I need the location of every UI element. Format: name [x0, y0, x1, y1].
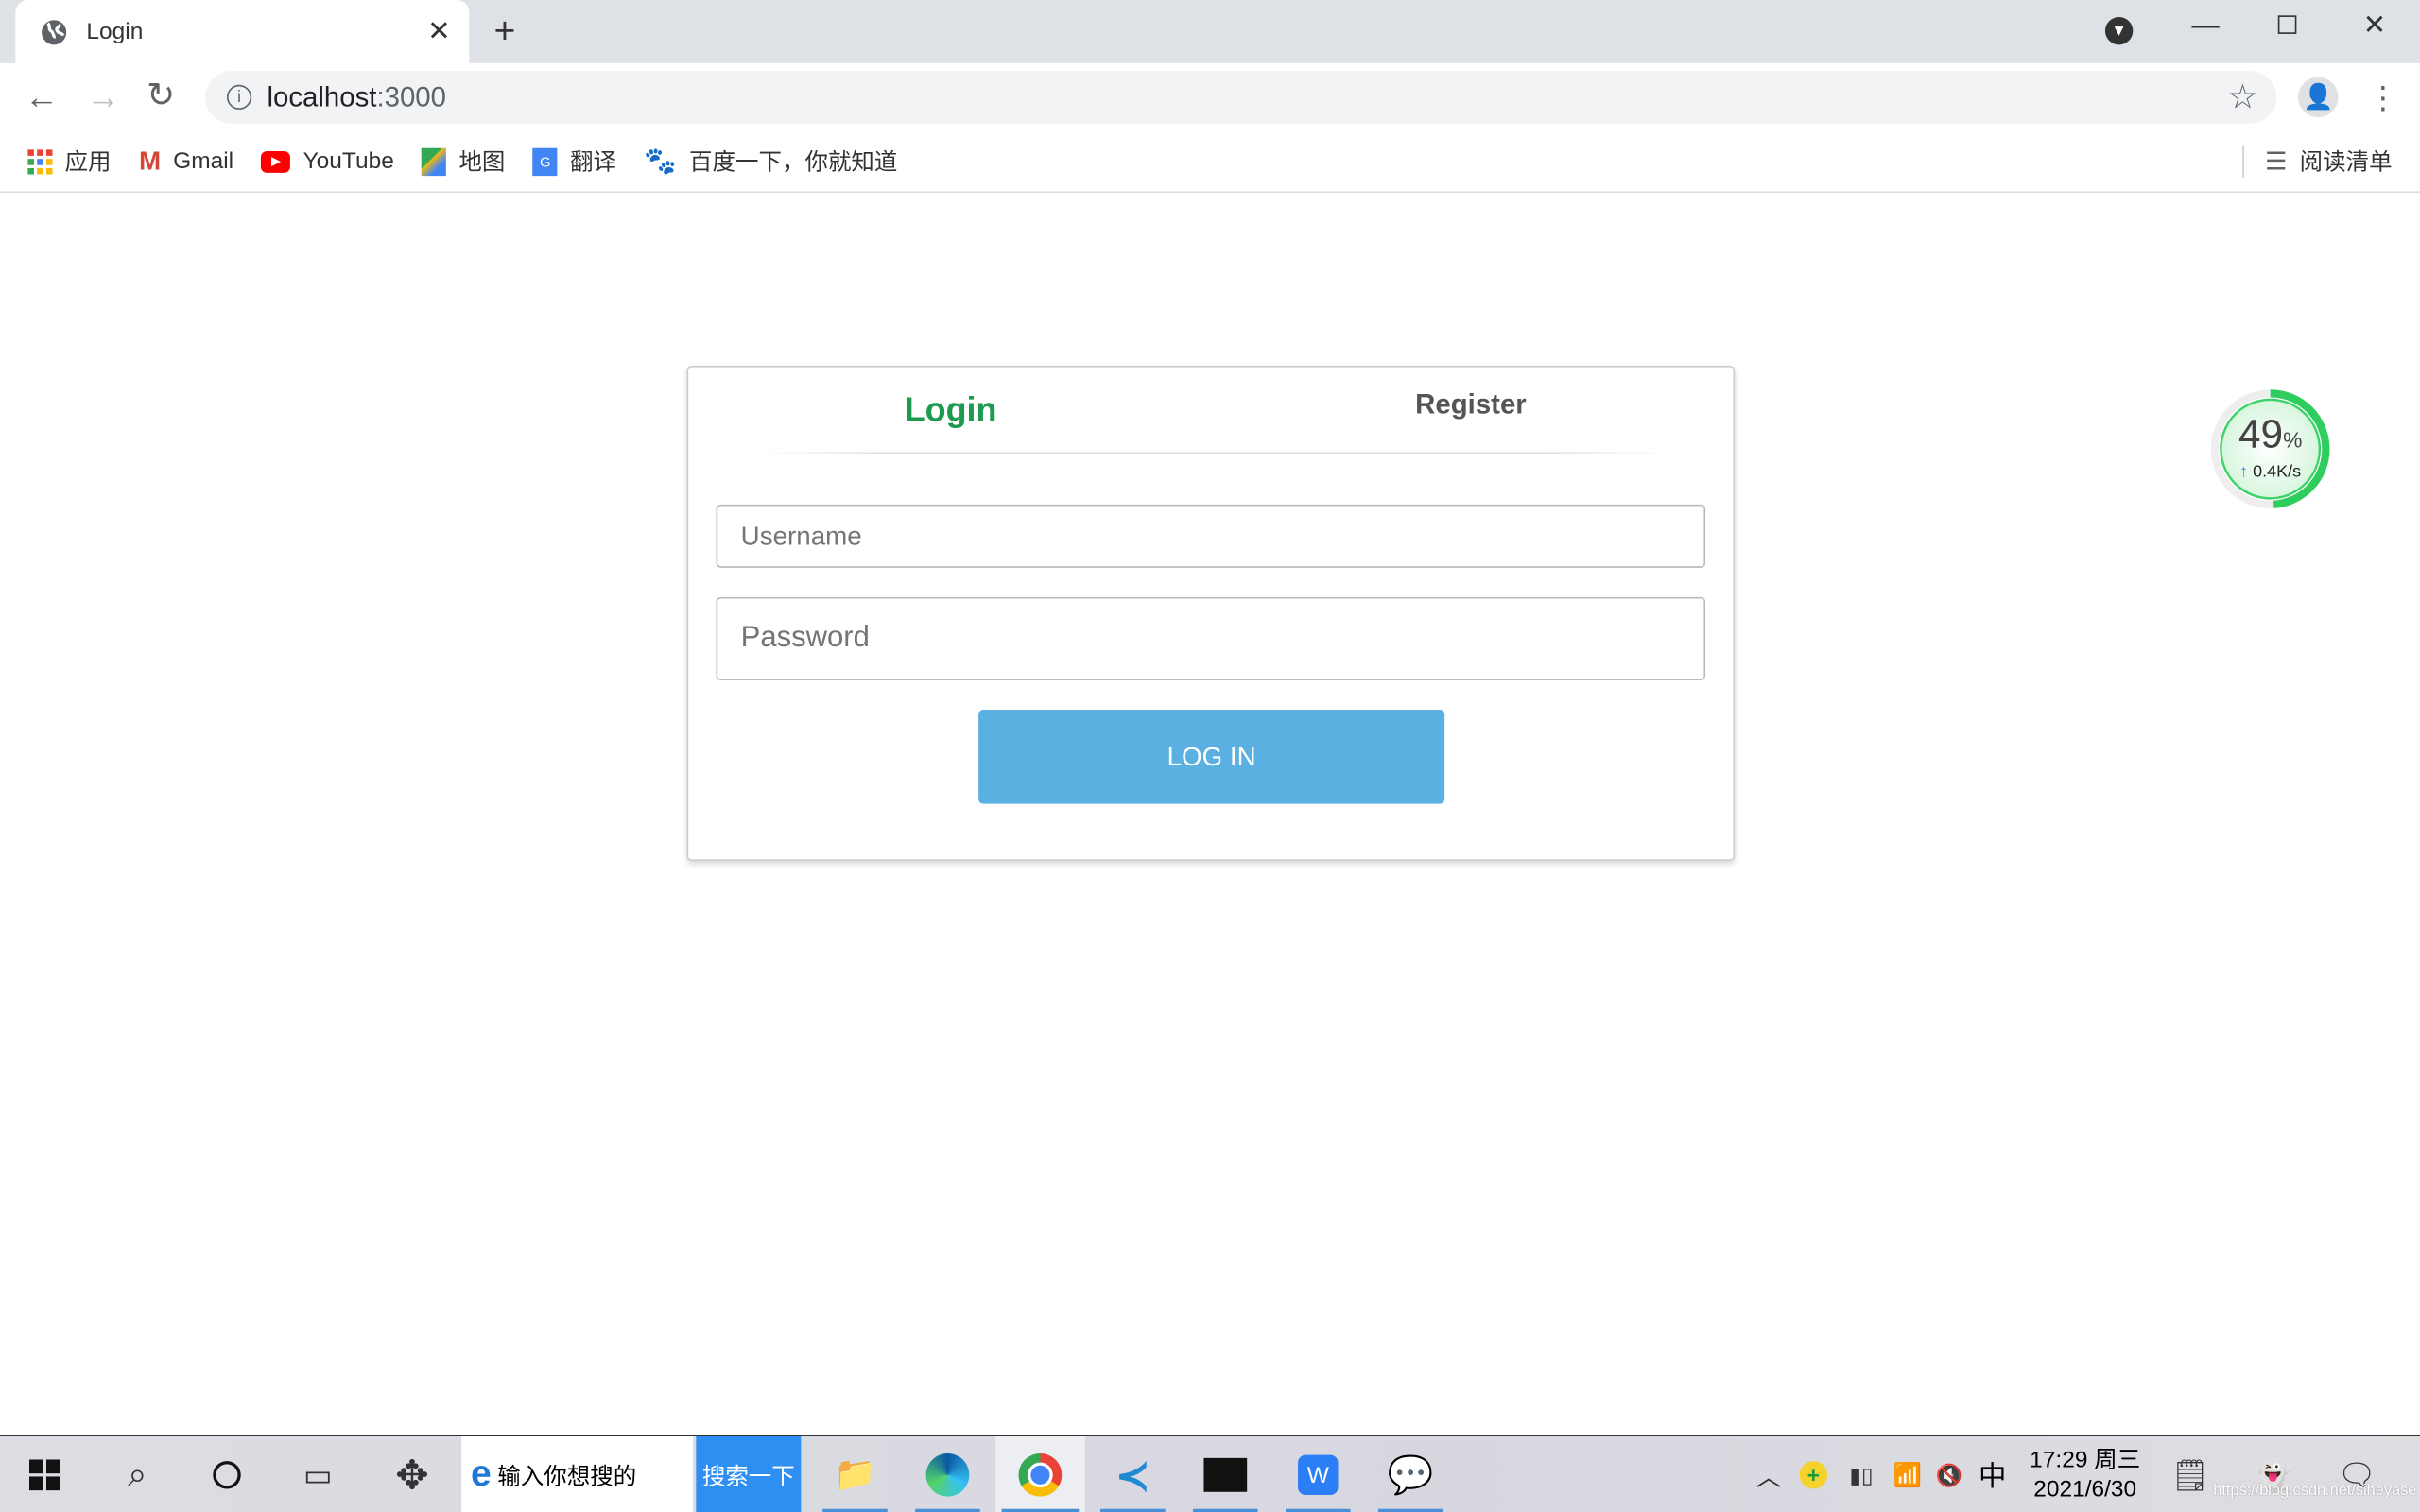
task-view-icon[interactable]: ▭ [285, 1436, 351, 1512]
pinwheel-app-icon[interactable]: ✥ [378, 1436, 446, 1512]
bookmarks-bar: 应用 M Gmail ▶ YouTube 地图 G 翻译 🐾 百度一下，你就知道 ☰ 阅读… [0, 131, 2420, 194]
wifi-icon[interactable]: 📶 [1891, 1436, 1925, 1512]
qq-icon[interactable]: 👻 [2250, 1436, 2296, 1512]
bookmark-label: 地图 [458, 149, 506, 177]
windows-icon [29, 1459, 60, 1491]
minimize-icon[interactable]: — [2191, 9, 2219, 42]
new-tab-icon[interactable]: + [493, 10, 515, 54]
clock-date: 2021/6/30 [2033, 1476, 2137, 1503]
bookmark-label: Gmail [173, 147, 234, 175]
forward-icon[interactable]: → [86, 77, 120, 117]
edge-icon[interactable] [909, 1436, 987, 1512]
gmail-icon: M [138, 146, 162, 176]
tab-search-icon[interactable]: ▼ [2104, 16, 2134, 45]
bookmark-youtube[interactable]: ▶ YouTube [261, 147, 394, 175]
clock[interactable]: 17:29 周三 2021/6/30 [2015, 1436, 2154, 1512]
speed-value: 0.4K/s [2253, 462, 2302, 482]
ime-indicator[interactable]: 中 [1976, 1436, 2010, 1512]
volume-muted-icon[interactable]: 🔇 [1932, 1436, 1966, 1512]
maps-icon [422, 146, 447, 176]
bookmark-label: YouTube [302, 147, 394, 175]
bookmark-baidu[interactable]: 🐾 百度一下，你就知道 [644, 145, 897, 177]
translate-icon: G [532, 146, 558, 176]
browser-toolbar: ← → ↻ i localhost:3000 ☆ 👤 ⋮ [0, 62, 2420, 131]
url-port: :3000 [376, 80, 446, 112]
terminal-icon[interactable] [1187, 1436, 1265, 1512]
baidu-icon: 🐾 [644, 146, 677, 176]
youtube-icon: ▶ [261, 150, 291, 173]
browser-tab[interactable]: Login ✕ [15, 0, 470, 63]
file-explorer-icon[interactable]: 📁 [817, 1436, 894, 1512]
network-speed-widget[interactable]: 49% ↑ 0.4K/s [2207, 386, 2334, 512]
apps-grid-icon [27, 148, 53, 174]
tab-title: Login [86, 18, 144, 45]
reading-list-icon: ☰ [2265, 148, 2288, 176]
360-security-icon[interactable]: + [1796, 1436, 1830, 1512]
reading-list-label: 阅读清单 [2299, 149, 2393, 177]
news-icon[interactable]: 🗒 [2170, 1436, 2210, 1512]
url-host: localhost [267, 80, 377, 112]
battery-icon[interactable]: ▮▯ [1842, 1436, 1879, 1512]
cortana-icon[interactable] [195, 1436, 260, 1512]
taskbar-search-input[interactable]: e 输入你想搜的 [461, 1435, 694, 1512]
close-tab-icon[interactable]: ✕ [427, 15, 451, 47]
menu-icon[interactable]: ⋮ [2367, 78, 2398, 117]
bookmark-maps[interactable]: 地图 [422, 145, 505, 177]
password-input[interactable] [716, 596, 1706, 680]
search-icon[interactable]: ⌕ [105, 1436, 170, 1512]
tab-register[interactable]: Register [1415, 388, 1527, 421]
back-icon[interactable]: ← [25, 77, 59, 117]
upload-arrow-icon: ↑ [2239, 462, 2249, 482]
bookmark-star-icon[interactable]: ☆ [2227, 77, 2257, 117]
wps-icon[interactable]: W [1279, 1436, 1357, 1512]
clock-time: 17:29 周三 [2030, 1447, 2141, 1474]
watermark: https://blog.csdn.net/siheyase [2213, 1482, 2417, 1500]
percent-sign: % [2283, 427, 2303, 453]
username-input[interactable] [716, 504, 1706, 568]
taskbar-search-button[interactable]: 搜索一下 [696, 1435, 802, 1512]
chrome-icon[interactable] [995, 1435, 1085, 1512]
ie-icon: e [470, 1452, 492, 1496]
tab-login[interactable]: Login [905, 390, 997, 430]
reload-icon[interactable]: ↻ [147, 76, 175, 115]
reading-list[interactable]: ☰ 阅读清单 [2241, 145, 2393, 178]
show-hidden-icons[interactable]: ︿ [1754, 1436, 1785, 1512]
wechat-icon[interactable]: 💬 [1372, 1436, 1449, 1512]
restore-icon[interactable] [2277, 15, 2297, 34]
bookmark-gmail[interactable]: M Gmail [139, 146, 233, 177]
vscode-icon[interactable]: ≺ [1095, 1436, 1172, 1512]
login-card: Login Register LOG IN [686, 365, 1736, 862]
globe-icon [40, 18, 67, 45]
login-button[interactable]: LOG IN [978, 710, 1445, 804]
notification-center-icon[interactable]: 🗨 [2337, 1436, 2377, 1512]
bookmark-label: 翻译 [569, 149, 616, 177]
start-button[interactable] [12, 1436, 78, 1512]
taskbar: ⌕ ▭ ✥ e 输入你想搜的 搜索一下 📁 ≺ W 💬 ︿ + ▮▯ 📶 🔇 中 … [0, 1435, 2420, 1512]
info-icon: i [226, 84, 252, 110]
bookmark-translate[interactable]: G 翻译 [532, 145, 616, 177]
profile-avatar[interactable]: 👤 [2298, 77, 2339, 118]
address-bar[interactable]: i localhost:3000 ☆ [205, 71, 2277, 124]
tab-strip: Login ✕ + ▼ — ✕ [0, 0, 2420, 63]
close-window-icon[interactable]: ✕ [2363, 9, 2387, 42]
tab-divider [757, 452, 1668, 454]
bookmark-apps[interactable]: 应用 [27, 145, 112, 177]
percent-value: 49 [2238, 410, 2284, 457]
bookmark-label: 应用 [64, 149, 112, 177]
bookmark-label: 百度一下，你就知道 [689, 149, 898, 177]
search-placeholder: 输入你想搜的 [497, 1463, 637, 1490]
